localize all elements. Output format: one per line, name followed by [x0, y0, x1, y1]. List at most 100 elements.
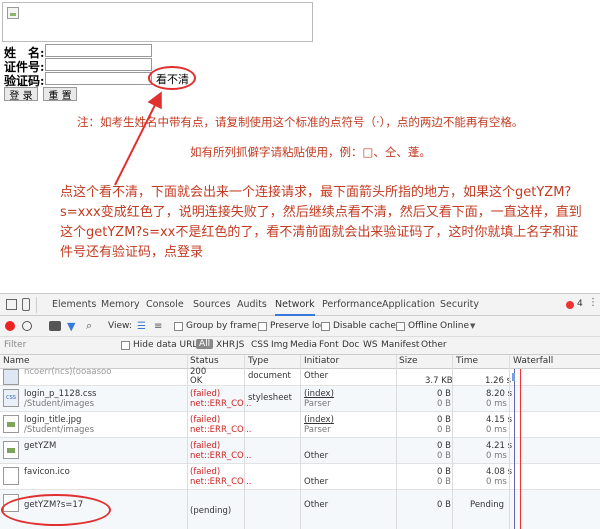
type-filter-ws[interactable]: WS	[363, 340, 378, 350]
css-file-icon	[3, 389, 19, 407]
type-filter-js[interactable]: JS	[236, 340, 244, 350]
file-icon	[3, 467, 19, 485]
document-icon	[3, 369, 19, 385]
tab-sources[interactable]: Sources	[193, 294, 231, 316]
tab-elements[interactable]: Elements	[52, 294, 96, 316]
type-filter-font[interactable]: Font	[319, 340, 339, 350]
offline-label: Offline	[408, 321, 438, 331]
clear-icon[interactable]	[22, 321, 32, 331]
devtools-tab-bar: Elements Memory Console Sources Audits N…	[0, 294, 600, 316]
preserve-log-label: Preserve log	[270, 321, 326, 331]
column-name[interactable]: Name	[3, 356, 30, 366]
row-initiator-type: Parser	[304, 425, 331, 435]
column-divider[interactable]	[244, 355, 245, 529]
hide-data-urls-checkbox[interactable]	[121, 341, 130, 350]
dom-content-loaded-line	[514, 369, 515, 529]
tab-security[interactable]: Security	[440, 294, 479, 316]
row-size-content: 0 B	[437, 399, 451, 409]
row-latency: 0 ms	[486, 451, 507, 461]
column-status[interactable]: Status	[190, 356, 219, 366]
search-icon[interactable]: ⌕	[86, 319, 92, 333]
tab-network[interactable]: Network	[275, 294, 315, 316]
hide-data-urls-label: Hide data URLs	[133, 340, 203, 350]
tab-divider	[36, 297, 37, 313]
tab-console[interactable]: Console	[146, 294, 184, 316]
row-status-text: OK	[190, 376, 203, 386]
image-file-icon	[3, 441, 19, 459]
row-status-text: net::ERR_CO...	[190, 451, 252, 461]
type-filter-all[interactable]: All	[196, 339, 214, 349]
disable-cache-label: Disable cache	[333, 321, 396, 331]
row-size-content: 0 B	[437, 477, 451, 487]
row-status: (failed)	[190, 415, 221, 425]
column-divider[interactable]	[396, 355, 397, 529]
type-filter-manifest[interactable]: Manifest	[381, 340, 419, 350]
inspect-icon[interactable]	[6, 299, 17, 310]
throttling-select[interactable]: Online	[440, 321, 469, 331]
type-filter-xhr[interactable]: XHR	[216, 340, 235, 350]
column-initiator[interactable]: Initiator	[304, 356, 339, 366]
column-time[interactable]: Time	[456, 356, 478, 366]
error-count[interactable]: 4	[577, 299, 583, 309]
row-initiator: Other	[304, 371, 329, 381]
preserve-log-checkbox[interactable]	[258, 322, 267, 331]
column-waterfall[interactable]: Waterfall	[513, 356, 553, 366]
offline-checkbox[interactable]	[396, 322, 405, 331]
row-size-content: 0 B	[437, 425, 451, 435]
column-divider[interactable]	[187, 355, 188, 529]
type-filter-other[interactable]: Other	[421, 340, 447, 350]
record-icon[interactable]	[5, 321, 15, 331]
tab-performance[interactable]: Performance	[322, 294, 382, 316]
tab-application[interactable]: Application	[382, 294, 435, 316]
tab-memory[interactable]: Memory	[101, 294, 140, 316]
group-by-frame-checkbox[interactable]	[174, 322, 183, 331]
row-type: document	[248, 371, 291, 381]
network-toolbar: ▼ ⌕ View: ☰ ≡ Group by frame Preserve lo…	[0, 316, 600, 337]
filter-input[interactable]: Filter	[4, 340, 114, 350]
row-size-content: 0 B	[437, 451, 451, 461]
row-status: (pending)	[190, 506, 232, 516]
row-size: 0 B	[437, 500, 451, 510]
column-type[interactable]: Type	[248, 356, 269, 366]
column-divider[interactable]	[300, 355, 301, 529]
large-rows-icon[interactable]: ☰	[137, 321, 146, 332]
overview-icon[interactable]: ≡	[154, 321, 162, 332]
waterfall-bar	[512, 373, 515, 381]
row-type: stylesheet	[248, 393, 292, 403]
row-initiator-link[interactable]: (index)	[304, 415, 334, 425]
group-by-frame-label: Group by frame	[186, 321, 257, 331]
image-file-icon	[3, 415, 19, 433]
column-divider[interactable]	[509, 355, 510, 529]
filter-icon[interactable]: ▼	[67, 320, 75, 333]
type-filter-css[interactable]: CSS	[251, 340, 269, 350]
row-status-text: net::ERR_CO...	[190, 399, 252, 409]
filter-bar: Filter Hide data URLs All XHR JS CSS Img…	[0, 337, 600, 355]
view-label: View:	[108, 321, 132, 331]
row-latency: 0 ms	[486, 399, 507, 409]
row-time: Pending	[470, 500, 504, 510]
row-name: ncoerr(ncs)(ooaasoo	[24, 367, 112, 377]
devtools-panel: Elements Memory Console Sources Audits N…	[0, 293, 600, 529]
row-initiator: Other	[304, 451, 329, 461]
row-path: /Student/images	[24, 399, 95, 409]
type-filter-media[interactable]: Media	[290, 340, 317, 350]
type-filter-doc[interactable]: Doc	[342, 340, 359, 350]
device-toggle-icon[interactable]	[22, 298, 30, 311]
more-menu-icon[interactable]: ⋮	[588, 297, 598, 308]
load-event-line	[520, 369, 521, 529]
row-initiator: Other	[304, 477, 329, 487]
column-size[interactable]: Size	[399, 356, 417, 366]
disable-cache-checkbox[interactable]	[321, 322, 330, 331]
chevron-down-icon[interactable]: ▼	[470, 322, 475, 330]
screenshot-icon[interactable]	[49, 321, 61, 331]
row-status: (failed)	[190, 389, 221, 399]
row-size: 0 B	[437, 467, 451, 477]
row-latency: 0 ms	[486, 477, 507, 487]
annotation-circle-request	[1, 494, 111, 526]
type-filter-img[interactable]: Img	[271, 340, 288, 350]
row-status-text: net::ERR_CO...	[190, 477, 252, 487]
column-divider[interactable]	[452, 355, 453, 529]
tab-audits[interactable]: Audits	[237, 294, 267, 316]
row-initiator: Other	[304, 500, 329, 510]
row-initiator-link[interactable]: (index)	[304, 389, 334, 399]
